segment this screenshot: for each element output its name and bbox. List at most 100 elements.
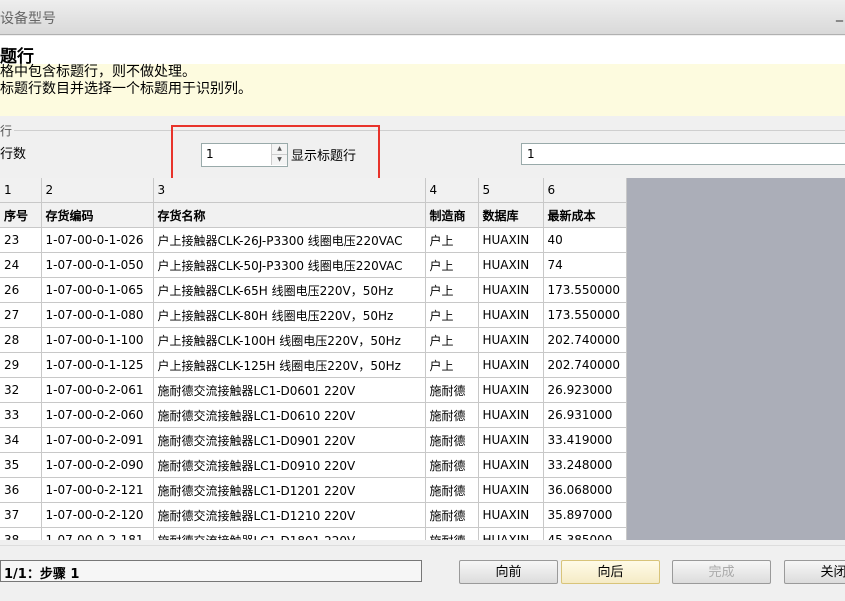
grid-cell[interactable]: 施耐德交流接触器LC1-D0610 220V <box>153 402 426 428</box>
grid-cell[interactable]: HUAXIN <box>478 477 544 503</box>
grid-cell[interactable]: 24 <box>0 252 42 278</box>
grid-cell[interactable]: HUAXIN <box>478 527 544 540</box>
grid-cell[interactable]: HUAXIN <box>478 352 544 378</box>
grid-cell[interactable]: 户上 <box>425 277 479 303</box>
grid-cell[interactable]: 23 <box>0 227 42 253</box>
header-row[interactable]: 序号 存货编码 存货名称 制造商 数据库 最新成本 <box>0 202 627 228</box>
close-button[interactable]: 关闭 <box>784 560 845 584</box>
grid-cell[interactable]: 施耐德 <box>425 452 479 478</box>
grid-cell[interactable]: 序号 <box>0 202 42 228</box>
grid-cell[interactable]: HUAXIN <box>478 402 544 428</box>
grid-cell[interactable]: 1-07-00-0-1-026 <box>41 227 154 253</box>
grid-cell[interactable]: 35 <box>0 452 42 478</box>
grid-cell[interactable]: 1-07-00-0-2-181 <box>41 527 154 540</box>
grid-cell[interactable]: 数据库 <box>478 202 544 228</box>
grid-cell[interactable]: 施耐德 <box>425 477 479 503</box>
grid-cell[interactable]: 4 <box>425 178 479 203</box>
grid-cell[interactable]: HUAXIN <box>478 302 544 328</box>
grid-cell[interactable]: 33.248000 <box>543 452 627 478</box>
grid-cell[interactable]: 户上 <box>425 227 479 253</box>
grid-cell[interactable]: 施耐德 <box>425 427 479 453</box>
grid-cell[interactable]: 36.068000 <box>543 477 627 503</box>
table-row[interactable]: 23 1-07-00-0-1-026 户上接触器CLK-26J-P3300 线圈电压… <box>0 227 627 253</box>
grid-cell[interactable]: 1-07-00-0-1-050 <box>41 252 154 278</box>
grid-cell[interactable]: HUAXIN <box>478 327 544 353</box>
grid-cell[interactable]: 173.550000 <box>543 302 627 328</box>
table-row[interactable]: 28 1-07-00-0-1-100 户上接触器CLK-100H 线圈电压220V，… <box>0 327 627 353</box>
grid-cell[interactable]: 28 <box>0 327 42 353</box>
table-row[interactable]: 36 1-07-00-0-2-121 施耐德交流接触器LC1-D1201 220V 施… <box>0 477 627 503</box>
grid-cell[interactable]: 202.740000 <box>543 352 627 378</box>
grid-cell[interactable]: 1-07-00-0-2-091 <box>41 427 154 453</box>
grid-cell[interactable]: 36 <box>0 477 42 503</box>
table-row[interactable]: 27 1-07-00-0-1-080 户上接触器CLK-80H 线圈电压220V，5… <box>0 302 627 328</box>
grid-cell[interactable]: 26.923000 <box>543 377 627 403</box>
grid-cell[interactable]: 1-07-00-0-2-061 <box>41 377 154 403</box>
grid-cell[interactable]: 27 <box>0 302 42 328</box>
grid-cell[interactable]: 施耐德交流接触器LC1-D0601 220V <box>153 377 426 403</box>
grid-cell[interactable]: 1-07-00-0-1-100 <box>41 327 154 353</box>
title-row-select[interactable]: 1 <box>521 143 845 165</box>
grid-cell[interactable]: 173.550000 <box>543 277 627 303</box>
finish-button[interactable]: 完成 <box>672 560 771 584</box>
prev-button[interactable]: 向前 <box>459 560 558 584</box>
grid-cell[interactable]: 户上 <box>425 327 479 353</box>
grid-cell[interactable]: 1-07-00-0-1-080 <box>41 302 154 328</box>
grid-cell[interactable]: 最新成本 <box>543 202 627 228</box>
minimize-icon[interactable]: _ <box>836 6 843 22</box>
table-row[interactable]: 37 1-07-00-0-2-120 施耐德交流接触器LC1-D1210 220V 施… <box>0 502 627 528</box>
grid-cell[interactable]: 2 <box>41 178 154 203</box>
grid-cell[interactable]: 33 <box>0 402 42 428</box>
grid-cell[interactable]: 45.385000 <box>543 527 627 540</box>
grid-cell[interactable]: 施耐德 <box>425 402 479 428</box>
grid-cell[interactable]: 37 <box>0 502 42 528</box>
grid-cell[interactable]: 32 <box>0 377 42 403</box>
grid-cell[interactable]: 施耐德交流接触器LC1-D1210 220V <box>153 502 426 528</box>
grid-cell[interactable]: HUAXIN <box>478 427 544 453</box>
grid-cell[interactable]: HUAXIN <box>478 452 544 478</box>
grid-cell[interactable]: 施耐德交流接触器LC1-D1201 220V <box>153 477 426 503</box>
grid-cell[interactable]: 40 <box>543 227 627 253</box>
table-row[interactable]: 29 1-07-00-0-1-125 户上接触器CLK-125H 线圈电压220V，… <box>0 352 627 378</box>
table-row[interactable]: 33 1-07-00-0-2-060 施耐德交流接触器LC1-D0610 220V 施… <box>0 402 627 428</box>
grid-cell[interactable]: 户上 <box>425 302 479 328</box>
grid-cell[interactable]: 存货编码 <box>41 202 154 228</box>
grid-cell[interactable]: 户上接触器CLK-100H 线圈电压220V，50Hz <box>153 327 426 353</box>
grid-cell[interactable]: 1-07-00-0-1-065 <box>41 277 154 303</box>
grid-cell[interactable]: 施耐德 <box>425 377 479 403</box>
grid-cell[interactable]: HUAXIN <box>478 502 544 528</box>
grid-cell[interactable]: 存货名称 <box>153 202 426 228</box>
grid-cell[interactable]: 户上接触器CLK-65H 线圈电压220V，50Hz <box>153 277 426 303</box>
grid-cell[interactable]: 施耐德 <box>425 527 479 540</box>
grid-cell[interactable]: 1-07-00-0-2-120 <box>41 502 154 528</box>
grid-cell[interactable]: 35.897000 <box>543 502 627 528</box>
grid-cell[interactable]: HUAXIN <box>478 252 544 278</box>
grid-cell[interactable]: 1 <box>0 178 42 203</box>
table-row[interactable]: 34 1-07-00-0-2-091 施耐德交流接触器LC1-D0901 220V 施… <box>0 427 627 453</box>
grid-cell[interactable]: 74 <box>543 252 627 278</box>
grid-cell[interactable]: 施耐德 <box>425 502 479 528</box>
grid-cell[interactable]: 施耐德交流接触器LC1-D1801 220V <box>153 527 426 540</box>
grid-cell[interactable]: 制造商 <box>425 202 479 228</box>
grid-cell[interactable]: 户上接触器CLK-26J-P3300 线圈电压220VAC <box>153 227 426 253</box>
table-row[interactable]: 381-07-00-0-2-181施耐德交流接触器LC1-D1801 220V施… <box>0 527 627 540</box>
table-row[interactable]: 26 1-07-00-0-1-065 户上接触器CLK-65H 线圈电压220V，5… <box>0 277 627 303</box>
grid-cell[interactable]: 1-07-00-0-2-121 <box>41 477 154 503</box>
grid-cell[interactable]: 3 <box>153 178 426 203</box>
next-button[interactable]: 向后 <box>561 560 660 584</box>
grid-cell[interactable]: 38 <box>0 527 42 540</box>
grid-cell[interactable]: 户上接触器CLK-80H 线圈电压220V，50Hz <box>153 302 426 328</box>
grid-cell[interactable]: 户上 <box>425 352 479 378</box>
grid-cell[interactable]: HUAXIN <box>478 277 544 303</box>
grid-cell[interactable]: 户上接触器CLK-125H 线圈电压220V，50Hz <box>153 352 426 378</box>
column-number-row[interactable]: 123456 <box>0 178 627 203</box>
grid-cell[interactable]: 26 <box>0 277 42 303</box>
grid-cell[interactable]: 6 <box>543 178 627 203</box>
grid-cell[interactable]: 施耐德交流接触器LC1-D0910 220V <box>153 452 426 478</box>
grid-cell[interactable]: HUAXIN <box>478 377 544 403</box>
grid-cell[interactable]: 202.740000 <box>543 327 627 353</box>
grid-cell[interactable]: 33.419000 <box>543 427 627 453</box>
table-row[interactable]: 35 1-07-00-0-2-090 施耐德交流接触器LC1-D0910 220V 施… <box>0 452 627 478</box>
grid-cell[interactable]: 1-07-00-0-2-060 <box>41 402 154 428</box>
grid-cell[interactable]: HUAXIN <box>478 227 544 253</box>
